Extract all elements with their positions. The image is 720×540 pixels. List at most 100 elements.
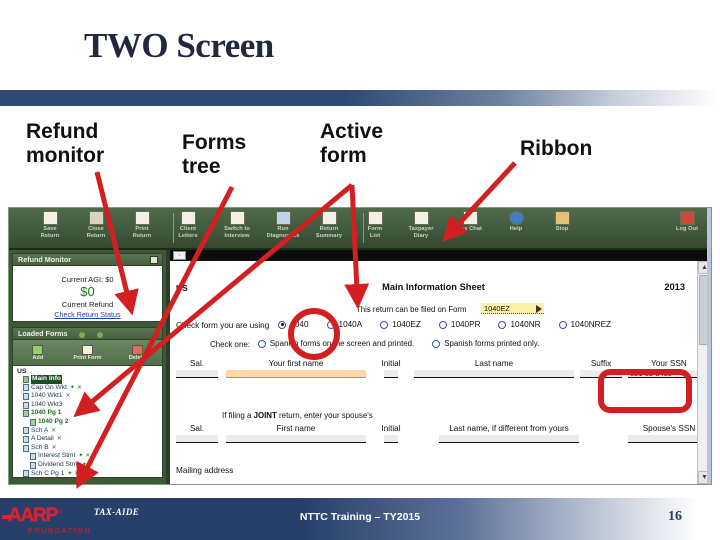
ribbon-label: Return xyxy=(40,232,60,239)
taxpayer-last-name-field[interactable]: Last name xyxy=(414,359,574,378)
loaded-forms-title: Loaded Forms xyxy=(18,329,68,338)
aarp-foundation-text: FOUNDATION xyxy=(28,526,92,535)
taxpayer-initial-input[interactable] xyxy=(384,370,398,378)
current-refund-caption: Current Refund xyxy=(61,300,114,310)
form-title: Main Information Sheet xyxy=(382,282,485,292)
forms-tree-node-marks: ✕ xyxy=(51,443,57,451)
spouse-first-name-field[interactable]: First name xyxy=(226,424,366,443)
ribbon-button-run[interactable]: Run Diagnostics xyxy=(260,211,306,240)
taxpayer-salutation-field[interactable]: Sal. xyxy=(176,359,218,378)
forms-tree-node-label: Sch A xyxy=(31,426,49,434)
ribbon-label: Summary xyxy=(315,232,343,239)
forms-tree-node[interactable]: Main Info xyxy=(16,375,162,384)
callout-refund-monitor-line1: Refund xyxy=(26,120,99,143)
loaded-forms-add-button[interactable]: Add xyxy=(18,344,58,361)
refund-monitor-collapse-icon[interactable] xyxy=(150,255,158,264)
taxpayer-suffix-input[interactable] xyxy=(580,370,622,378)
forms-tree-node-marks: ✕ xyxy=(65,392,71,400)
logout-button[interactable]: Log Out xyxy=(667,211,707,233)
loaded-forms-delete-button[interactable]: Delete xyxy=(117,344,157,361)
radio-button-icon[interactable] xyxy=(432,339,441,348)
spouse-initial-input[interactable] xyxy=(384,435,398,443)
spouse-first-name-input[interactable] xyxy=(226,435,366,443)
ribbon-label: Close xyxy=(88,226,104,232)
radio-button-icon[interactable] xyxy=(326,320,335,329)
taxpayer-suffix-field[interactable]: Suffix xyxy=(580,359,622,378)
radio-button-icon[interactable] xyxy=(257,339,266,348)
ribbon-button-close[interactable]: Close Return xyxy=(73,211,119,240)
ribbon-button-taxpayer[interactable]: Taxpayer Diary xyxy=(398,211,444,240)
taxpayer-first-name-field[interactable]: Your first name xyxy=(226,359,366,378)
radio-button-icon[interactable] xyxy=(278,320,287,329)
ribbon-button-form[interactable]: Form List xyxy=(352,211,398,240)
ribbon-button-stop[interactable]: Stop xyxy=(539,211,585,233)
joint-note-keyword: JOINT xyxy=(253,411,277,420)
ribbon-label: List xyxy=(369,232,381,239)
spanish-option-spanish-forms-on-the-screen-and-printed[interactable]: Spanish forms on the screen and printed. xyxy=(257,339,414,348)
form-option-1040nrez[interactable]: 1040NREZ xyxy=(558,320,611,329)
forms-tree-node[interactable]: Sch B ✕ xyxy=(16,444,162,453)
forms-tree-node[interactable]: Interest Stmt ✦ ✕ xyxy=(16,452,162,461)
check-return-status-link[interactable]: Check Return Status xyxy=(13,310,162,319)
ribbon-button-return[interactable]: Return Summary xyxy=(306,211,352,240)
forms-tree-node-label: Cap Gn Wkt xyxy=(31,383,67,391)
chat-icon xyxy=(462,211,478,225)
ribbon-button-tax-chat[interactable]: Tax Chat xyxy=(447,211,493,233)
form-option-label: 1040 xyxy=(290,320,309,329)
spouse-name-block: Sal. First name Initial Last name, if di… xyxy=(176,424,710,450)
form-option-1040nr[interactable]: 1040NR xyxy=(498,320,541,329)
forms-tree-root[interactable]: US xyxy=(16,368,162,375)
ribbon-button-help[interactable]: Help xyxy=(493,211,539,233)
forms-tree-node[interactable]: Dividend Stmt ✦ ✕ xyxy=(16,461,162,470)
ribbon-button-switch-to[interactable]: Switch to Interview xyxy=(214,211,260,240)
spouse-last-name-field[interactable]: Last name, if different from yours xyxy=(414,424,604,443)
loaded-forms-header[interactable]: Loaded Forms xyxy=(12,327,163,340)
ribbon-button-client[interactable]: Client Letters xyxy=(165,211,211,240)
form-option-1040[interactable]: 1040 xyxy=(278,320,309,329)
current-refund-amount: $0 xyxy=(80,284,95,299)
filed-on-form-dropdown[interactable]: 1040EZ xyxy=(481,303,544,314)
forms-tree[interactable]: US Main Info Cap Gn Wkt ✦ ✕ 1040 Wkt1 ✕ 1040 … xyxy=(12,366,163,478)
ribbon-label: Return xyxy=(86,232,106,239)
form-tab-active[interactable]: ▫ xyxy=(173,251,186,260)
taxpayer-first-name-input[interactable] xyxy=(226,370,366,378)
forms-tree-node[interactable]: A Detail ✕ xyxy=(16,435,162,444)
ribbon-button-save[interactable]: Save Return xyxy=(27,211,73,240)
form-option-1040ez[interactable]: 1040EZ xyxy=(380,320,421,329)
radio-button-icon[interactable] xyxy=(558,320,567,329)
loaded-forms-print-form-button[interactable]: Print Form xyxy=(67,344,107,361)
form-document-icon xyxy=(23,384,29,392)
taxpayer-initial-label: Initial xyxy=(381,359,401,368)
taxpayer-last-name-input[interactable] xyxy=(414,370,574,378)
forms-tree-node[interactable]: 1040 Wkt3 xyxy=(16,401,162,410)
radio-button-icon[interactable] xyxy=(438,320,447,329)
check-one-label: Check one: xyxy=(210,339,250,349)
forms-tree-node[interactable]: Sch A ✕ xyxy=(16,427,162,436)
loaded-forms-expand-icon[interactable] xyxy=(79,332,85,338)
spouse-first-name-label: First name xyxy=(276,424,316,433)
spouse-salutation-field[interactable]: Sal. xyxy=(176,424,218,443)
taxpayer-suffix-label: Suffix xyxy=(590,359,612,368)
ribbon-label: Return xyxy=(319,226,339,232)
radio-button-icon[interactable] xyxy=(380,320,389,329)
form-option-label: 1040PR xyxy=(450,320,481,329)
forms-tree-node-label: 1040 Pg 2 xyxy=(38,417,69,425)
forms-tree-node[interactable]: 1040 Wkt1 ✕ xyxy=(16,392,162,401)
form-option-1040a[interactable]: 1040A xyxy=(326,320,362,329)
ribbon-button-print[interactable]: Print Return xyxy=(119,211,165,240)
forms-tree-node[interactable]: 1040 Pg 2 xyxy=(16,418,162,427)
spouse-initial-field[interactable]: Initial xyxy=(374,424,408,443)
spouse-last-name-input[interactable] xyxy=(439,435,579,443)
taxpayer-initial-field[interactable]: Initial xyxy=(374,359,408,378)
spanish-option-spanish-forms-printed-only[interactable]: Spanish forms printed only. xyxy=(432,339,539,348)
forms-tree-node[interactable]: Cap Gn Wkt ✦ ✕ xyxy=(16,384,162,393)
forms-tree-node[interactable]: Sch C Pg 1 ✦ ✕ xyxy=(16,470,162,477)
refund-monitor-header[interactable]: Refund Monitor xyxy=(12,253,163,266)
loaded-forms-collapse-icon[interactable] xyxy=(97,332,103,338)
spouse-salutation-input[interactable] xyxy=(176,435,218,443)
forms-tree-node[interactable]: 1040 Pg 1 xyxy=(16,409,162,418)
form-option-1040pr[interactable]: 1040PR xyxy=(438,320,481,329)
radio-button-icon[interactable] xyxy=(498,320,507,329)
list-icon xyxy=(367,211,383,225)
taxpayer-salutation-input[interactable] xyxy=(176,370,218,378)
